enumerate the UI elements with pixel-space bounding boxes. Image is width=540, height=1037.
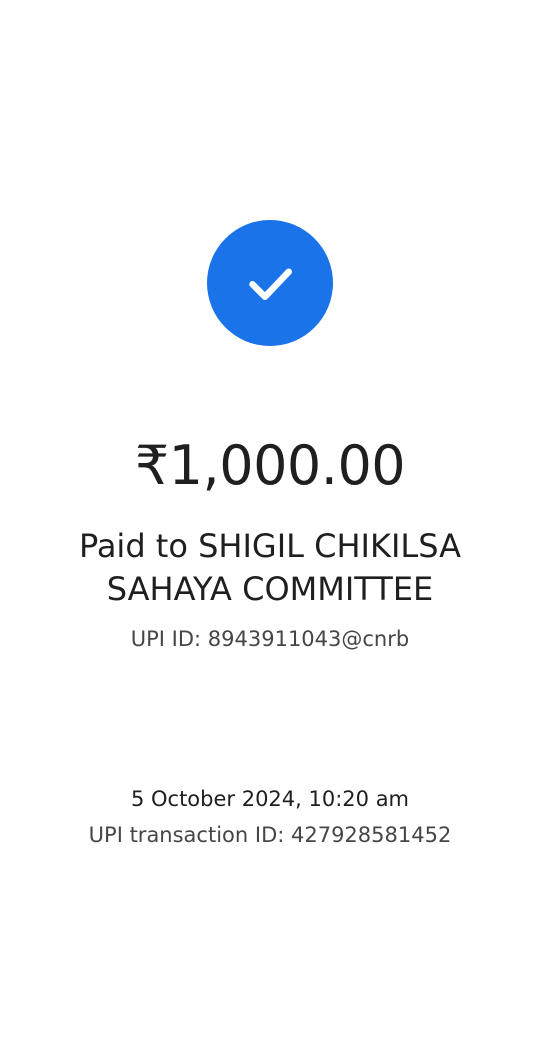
check-icon — [249, 268, 292, 300]
payee-name: Paid to SHIGIL CHIKILSA SAHAYA COMMITTEE — [40, 525, 500, 611]
payment-amount: ₹1,000.00 — [134, 434, 406, 497]
payee-name-line-2: SAHAYA COMMITTEE — [106, 570, 434, 608]
success-badge — [207, 220, 333, 346]
payee-name-line-1: Paid to SHIGIL CHIKILSA — [78, 527, 462, 565]
payee-upi-id: UPI ID: 8943911043@cnrb — [130, 627, 410, 651]
transaction-datetime: 5 October 2024, 10:20 am — [130, 787, 410, 811]
transaction-id: UPI transaction ID: 427928581452 — [88, 823, 452, 847]
